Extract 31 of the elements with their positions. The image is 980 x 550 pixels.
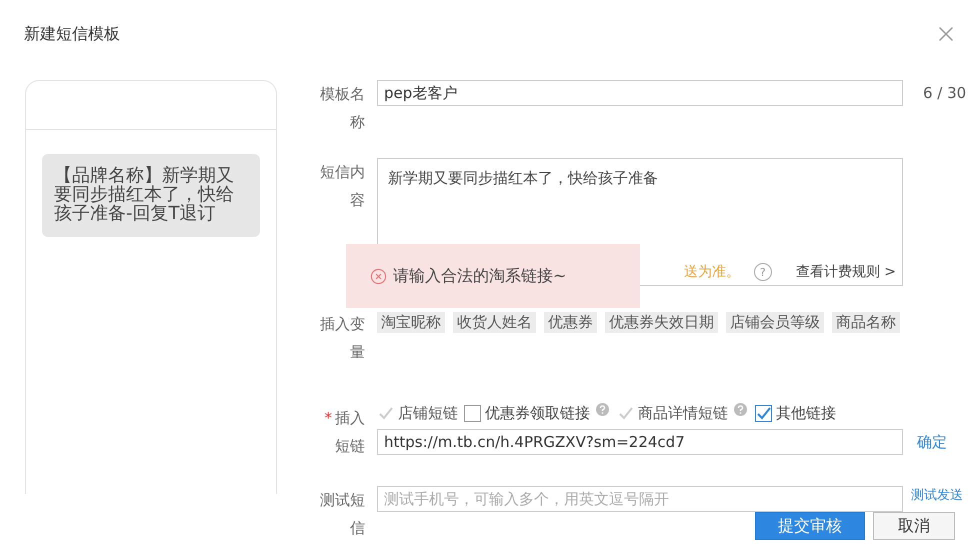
submit-button[interactable]: 提交审核	[755, 512, 865, 540]
checkbox-label[interactable]: 优惠券领取链接	[485, 404, 590, 423]
error-icon	[370, 268, 387, 284]
variable-tag[interactable]: 优惠券失效日期	[605, 312, 718, 333]
phone-field[interactable]: 测试手机号，可输入多个，用英文逗号隔开	[377, 486, 903, 512]
test-send-link[interactable]: 测试发送	[911, 486, 963, 504]
variable-tag[interactable]: 店铺会员等级	[726, 312, 824, 333]
dialog-title: 新建短信模板	[24, 24, 120, 44]
field-label: 模板名称	[319, 84, 365, 133]
field-label: 插入短链	[334, 408, 365, 457]
checkbox[interactable]	[464, 405, 481, 422]
required-mark: *	[324, 408, 332, 429]
variable-tag[interactable]: 优惠券	[544, 312, 597, 333]
url-field[interactable]: https://m.tb.cn/h.4PRGZXV?sm=224cd7	[377, 429, 903, 455]
checkbox-label[interactable]: 其他链接	[776, 404, 836, 423]
field-label: 短信内容	[319, 162, 365, 211]
billing-rules-link[interactable]: 查看计费规则 >	[796, 263, 896, 281]
confirm-link[interactable]: 确定	[917, 429, 947, 455]
toast-message: 请输入合法的淘系链接~	[393, 266, 566, 286]
variable-tag[interactable]: 商品名称	[832, 312, 900, 333]
char-counter: 6 / 30	[923, 83, 966, 104]
help-icon[interactable]	[596, 403, 609, 416]
variable-tag[interactable]: 收货人姓名	[453, 312, 536, 333]
checkbox[interactable]	[755, 405, 772, 422]
field-label: 插入变量	[319, 314, 365, 363]
variable-tag[interactable]: 淘宝昵称	[377, 312, 445, 333]
cancel-button[interactable]: 取消	[873, 512, 955, 540]
field-label: 测试短信	[319, 490, 365, 539]
billing-note: 送为准。	[684, 263, 740, 281]
input-field[interactable]: pep老客户	[377, 80, 903, 106]
message-bubble: 【品牌名称】新学期又要同步描红本了，快给孩子准备-回复T退订	[42, 154, 260, 237]
